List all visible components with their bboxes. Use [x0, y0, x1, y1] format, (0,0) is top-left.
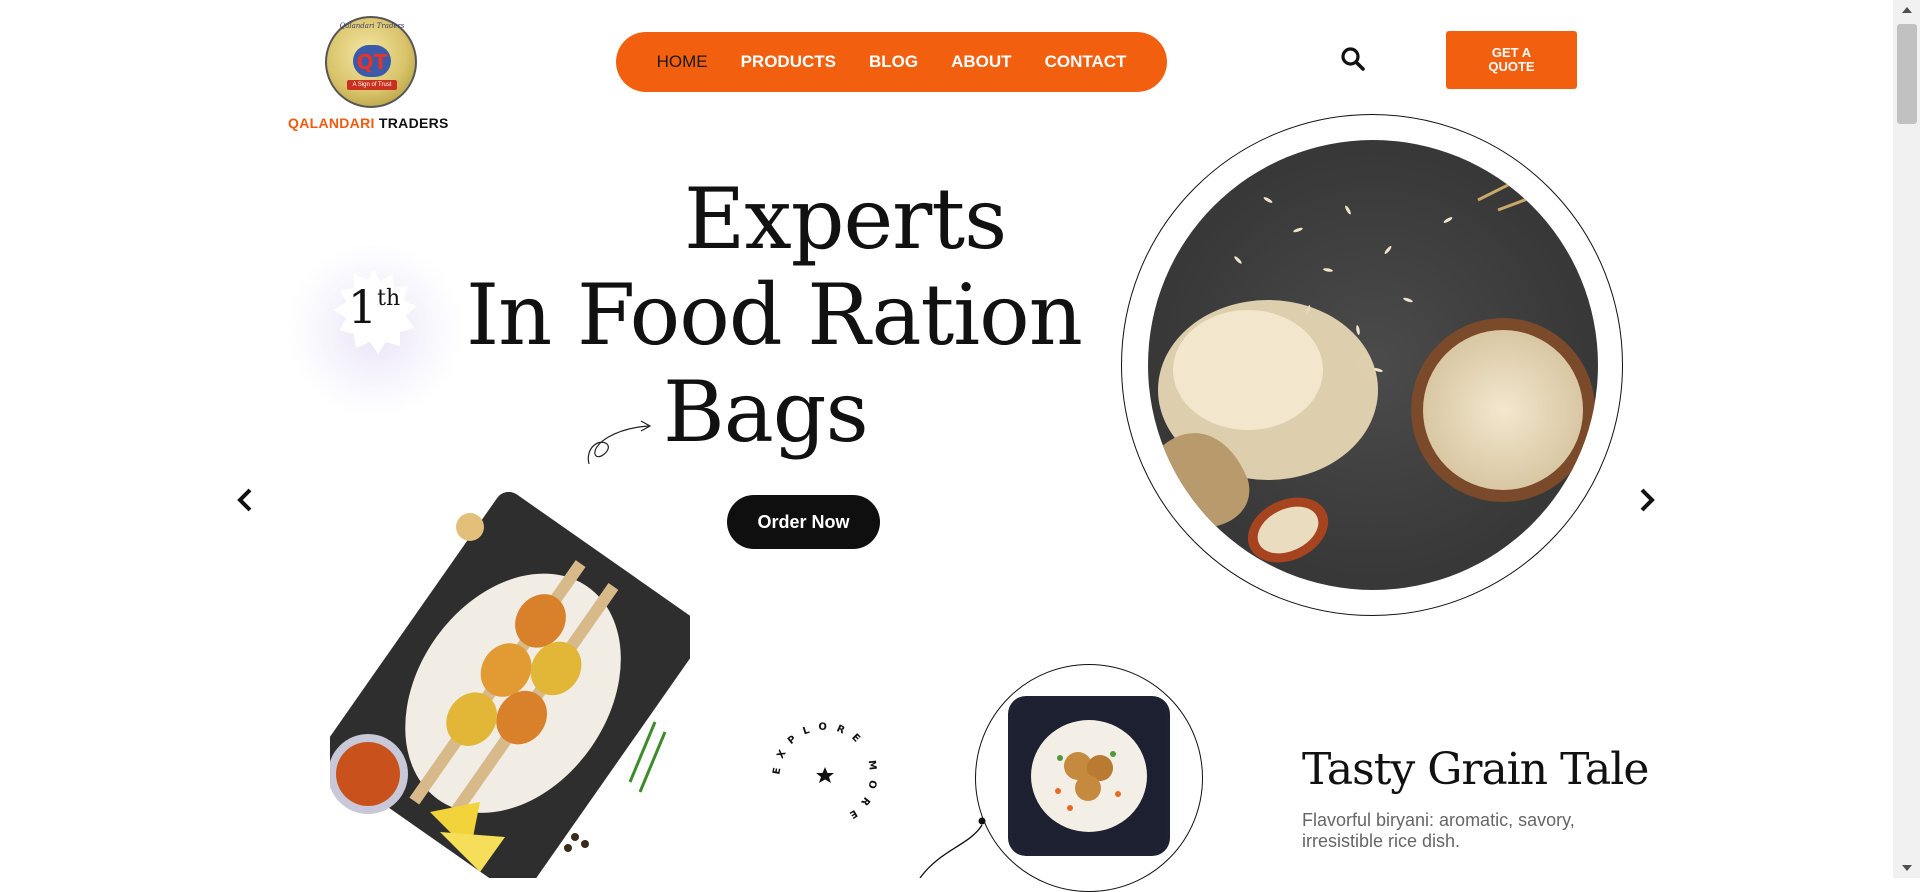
headline-line-3: Bags [663, 363, 869, 461]
get-quote-line-2: QUOTE [1488, 59, 1535, 74]
logo-ribbon: A Sign of Trust [347, 80, 397, 90]
search-icon[interactable] [1340, 46, 1366, 72]
chevron-left-icon[interactable] [233, 485, 257, 515]
logo[interactable]: Qalandari Traders QT A Sign of Trust [325, 16, 417, 108]
headline-line-2: In Food Ration [466, 266, 1083, 364]
nav-home[interactable]: HOME [657, 52, 708, 72]
scroll-up-arrow-icon[interactable] [1900, 4, 1914, 16]
rice-photo [1148, 140, 1598, 590]
logo-arc-text: Qalandari Traders [339, 22, 405, 30]
scroll-down-arrow-icon[interactable] [1900, 862, 1914, 874]
kebab-plate-illustration [330, 492, 690, 878]
brand-part-2: TRADERS [378, 115, 449, 131]
brand-name[interactable]: QALANDARI TRADERS [288, 115, 449, 131]
chevron-right-icon[interactable] [1635, 485, 1659, 515]
order-now-button[interactable]: Order Now [727, 495, 880, 549]
logo-mark-icon: QT [353, 45, 391, 77]
tale-description: Flavorful biryani: aromatic, savory, irr… [1302, 810, 1575, 851]
brand-part-1: QALANDARI [288, 115, 375, 131]
star-icon [816, 767, 834, 783]
badge-suffix: th [377, 286, 401, 311]
nav-contact[interactable]: CONTACT [1045, 52, 1127, 72]
get-quote-line-1: GET A [1491, 45, 1532, 60]
headline-line-1: Experts [684, 170, 1007, 268]
get-quote-button[interactable]: GET A QUOTE [1446, 31, 1577, 89]
main-nav: HOME PRODUCTS BLOG ABOUT CONTACT [616, 32, 1167, 92]
biryani-photo [1008, 696, 1170, 856]
badge-text: 1th [330, 280, 418, 334]
nav-products[interactable]: PRODUCTS [741, 52, 836, 72]
explore-more-badge[interactable]: EXPLORE MORE [760, 710, 890, 840]
page-scrollbar[interactable] [1893, 0, 1920, 878]
rice-illustration [1158, 158, 1595, 563]
nav-about[interactable]: ABOUT [951, 52, 1011, 72]
tale-title: Tasty Grain Tale [1302, 744, 1649, 795]
scrollbar-thumb[interactable] [1897, 24, 1917, 124]
logo-initials: QT [357, 50, 388, 74]
badge-number: 1 [347, 280, 378, 334]
biryani-illustration [1012, 700, 1166, 852]
nav-blog[interactable]: BLOG [869, 52, 918, 72]
curly-arrow-icon [587, 420, 652, 465]
